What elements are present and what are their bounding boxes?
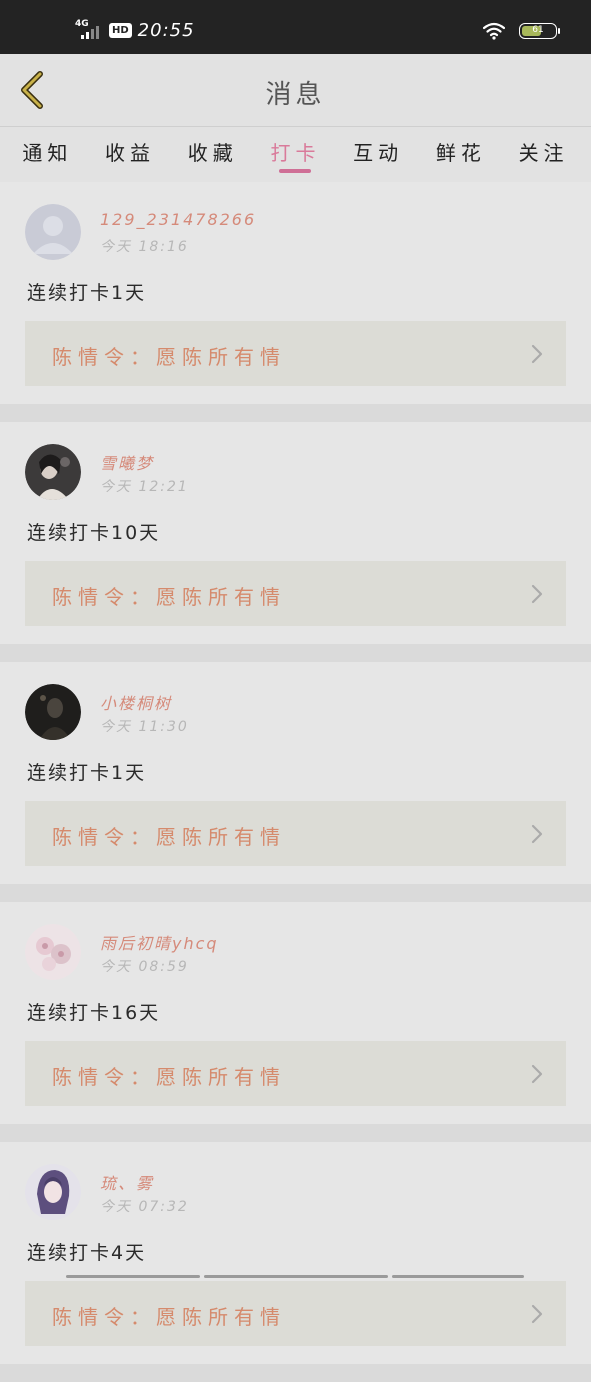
chevron-right-icon — [531, 1304, 543, 1324]
timestamp: 今天 08:59 — [100, 959, 189, 975]
avatar[interactable] — [25, 924, 81, 980]
checkin-text: 连续打卡1天 — [27, 762, 147, 784]
scroll-indicator — [204, 1275, 388, 1278]
checkin-text: 连续打卡4天 — [27, 1242, 147, 1264]
checkin-card: 雪曦梦 今天 12:21 连续打卡10天 陈情令：愿陈所有情 — [0, 422, 591, 662]
wifi-icon — [483, 22, 505, 40]
tab-label: 收藏 — [187, 141, 238, 165]
floral-avatar-icon — [25, 924, 81, 980]
tab-earnings[interactable]: 收益 — [105, 127, 155, 182]
work-link[interactable]: 陈情令：愿陈所有情 — [25, 1041, 566, 1106]
timestamp: 今天 18:16 — [100, 239, 189, 255]
avatar[interactable] — [25, 204, 81, 260]
chevron-right-icon — [531, 344, 543, 364]
tab-favorites[interactable]: 收藏 — [188, 127, 238, 182]
active-tab-indicator — [279, 169, 312, 173]
username[interactable]: 小楼桐树 — [100, 690, 172, 714]
scroll-indicator — [392, 1275, 524, 1278]
tab-label: 通知 — [22, 141, 73, 165]
checkin-card: 琉、雾 今天 07:32 连续打卡4天 陈情令：愿陈所有情 — [0, 1142, 591, 1382]
timestamp: 今天 11:30 — [100, 719, 189, 735]
clock: 20:55 — [137, 19, 195, 41]
timestamp: 今天 12:21 — [100, 479, 189, 495]
work-title: 陈情令：愿陈所有情 — [52, 1305, 286, 1329]
default-avatar-icon — [25, 204, 81, 260]
checkin-text: 连续打卡1天 — [27, 282, 147, 304]
work-link[interactable]: 陈情令：愿陈所有情 — [25, 561, 566, 626]
work-title: 陈情令：愿陈所有情 — [52, 585, 286, 609]
checkin-card: 129_231478266 今天 18:16 连续打卡1天 陈情令：愿陈所有情 — [0, 182, 591, 422]
work-title: 陈情令：愿陈所有情 — [52, 825, 286, 849]
checkin-text: 连续打卡16天 — [27, 1002, 161, 1024]
tab-label: 关注 — [518, 141, 569, 165]
anime-avatar-icon — [25, 1164, 81, 1220]
username[interactable]: 129_231478266 — [100, 210, 256, 229]
checkin-text: 连续打卡10天 — [27, 522, 161, 544]
checkin-card: 雨后初晴yhcq 今天 08:59 连续打卡16天 陈情令：愿陈所有情 — [0, 902, 591, 1142]
cellular-signal-icon: 4G — [75, 18, 103, 42]
username[interactable]: 雪曦梦 — [100, 450, 154, 474]
timestamp: 今天 07:32 — [100, 1199, 189, 1215]
chevron-right-icon — [531, 584, 543, 604]
page-title: 消息 — [265, 80, 326, 110]
tab-notifications[interactable]: 通知 — [22, 127, 72, 182]
tab-label: 鲜花 — [435, 141, 486, 165]
tab-label: 互动 — [353, 141, 404, 165]
chevron-right-icon — [531, 1064, 543, 1084]
work-link[interactable]: 陈情令：愿陈所有情 — [25, 1281, 566, 1346]
work-link[interactable]: 陈情令：愿陈所有情 — [25, 321, 566, 386]
photo-avatar-icon — [25, 444, 81, 500]
chevron-right-icon — [531, 824, 543, 844]
battery-icon: 61 — [519, 23, 560, 39]
tab-label: 收益 — [105, 141, 156, 165]
work-title: 陈情令：愿陈所有情 — [52, 345, 286, 369]
avatar[interactable] — [25, 1164, 81, 1220]
tab-checkin[interactable]: 打卡 — [270, 127, 320, 182]
tab-flowers[interactable]: 鲜花 — [436, 127, 486, 182]
status-bar: 4G HD 20:55 61 — [0, 0, 591, 54]
tab-label: 打卡 — [270, 141, 321, 165]
username[interactable]: 琉、雾 — [100, 1170, 154, 1194]
checkin-card: 小楼桐树 今天 11:30 连续打卡1天 陈情令：愿陈所有情 — [0, 662, 591, 902]
username[interactable]: 雨后初晴yhcq — [100, 930, 219, 954]
checkin-list: 129_231478266 今天 18:16 连续打卡1天 陈情令：愿陈所有情 … — [0, 182, 591, 1382]
top-app-bar: 消息 — [0, 54, 591, 126]
dark-photo-avatar-icon — [25, 684, 81, 740]
avatar[interactable] — [25, 684, 81, 740]
tab-interactions[interactable]: 互动 — [353, 127, 403, 182]
tab-bar: 通知 收益 收藏 打卡 互动 鲜花 关注 — [0, 126, 591, 182]
tab-follows[interactable]: 关注 — [519, 127, 569, 182]
battery-level: 61 — [532, 25, 544, 35]
scroll-indicator — [66, 1275, 200, 1278]
avatar[interactable] — [25, 444, 81, 500]
work-link[interactable]: 陈情令：愿陈所有情 — [25, 801, 566, 866]
work-title: 陈情令：愿陈所有情 — [52, 1065, 286, 1089]
hd-badge: HD — [109, 22, 132, 38]
